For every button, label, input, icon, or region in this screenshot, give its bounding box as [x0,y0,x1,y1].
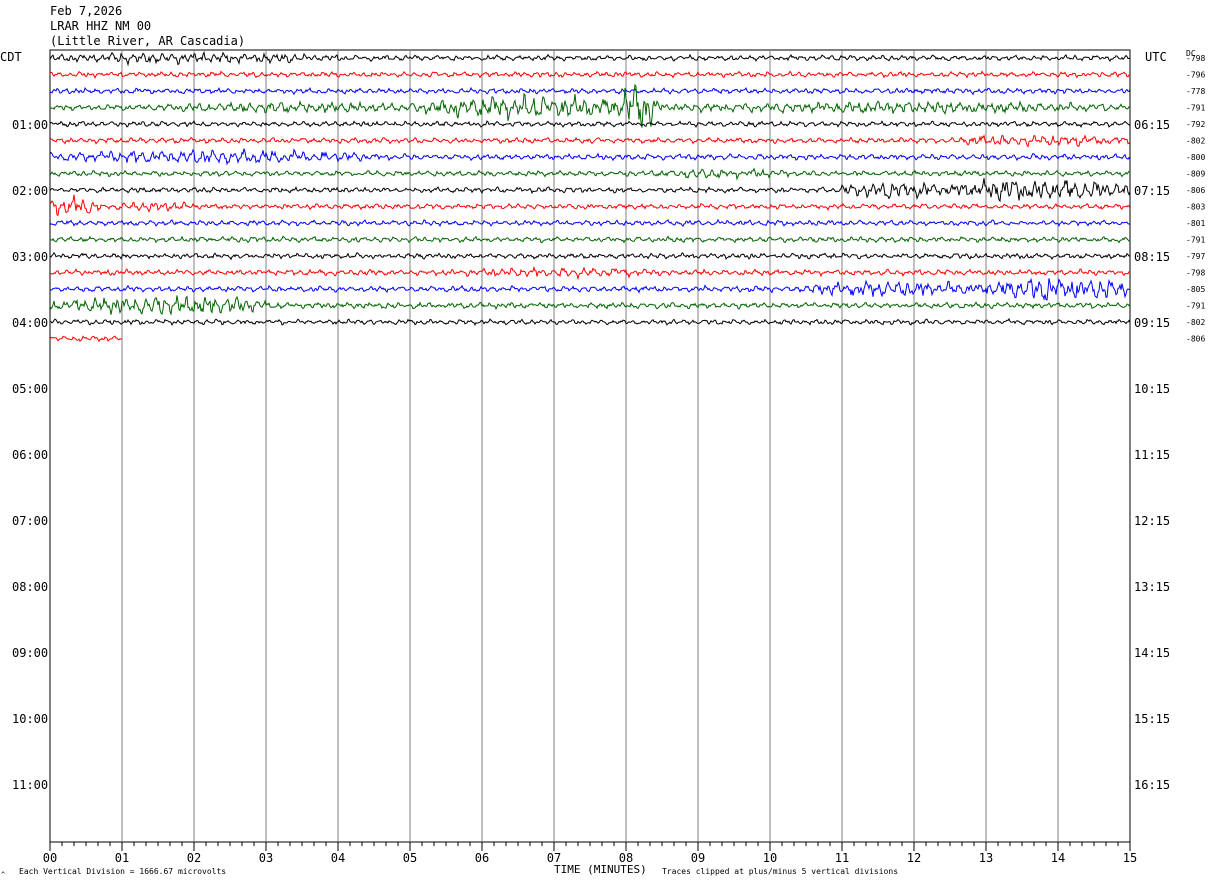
left-hour-label: 01:00 [12,118,48,132]
dc-offset-label: -798 [1186,54,1205,63]
dc-offset-label: -797 [1186,252,1205,261]
seismic-trace [49,50,1131,67]
right-hour-label: 11:15 [1134,448,1170,462]
x-tick-label: 04 [331,851,345,865]
x-tick-label: 00 [43,851,57,865]
seismogram-plot: 00 01 02 03 04 05 06 07 08 09 10 11 12 13 14 1501:0002:… [12,49,1205,865]
clip-note: Traces clipped at plus/minus 5 vertical … [662,867,899,876]
seismic-trace [49,295,1131,316]
dc-offset-label: -802 [1186,137,1205,146]
seismic-trace [49,218,1131,228]
x-tick-label: 13 [979,851,993,865]
dc-offset-label: -796 [1186,71,1205,80]
left-hour-label: 05:00 [12,382,48,396]
x-tick-label: 02 [187,851,201,865]
dc-offset-label: -809 [1186,170,1205,179]
left-hour-label: 06:00 [12,448,48,462]
right-hour-label: 10:15 [1134,382,1170,396]
seismic-trace [49,335,123,343]
seismic-trace [49,119,1131,129]
right-hour-label: 16:15 [1134,778,1170,792]
seismic-trace [49,167,1131,181]
right-hour-label: 12:15 [1134,514,1170,528]
left-hour-label: 10:00 [12,712,48,726]
x-tick-label: 15 [1123,851,1137,865]
seismic-trace [49,265,1131,281]
left-hour-label: 08:00 [12,580,48,594]
x-tick-label: 03 [259,851,273,865]
x-tick-label: 14 [1051,851,1065,865]
corner-mark: ^ [1,871,6,879]
right-hour-label: 06:15 [1134,118,1170,132]
right-hour-label: 13:15 [1134,580,1170,594]
left-hour-label: 04:00 [12,316,48,330]
x-tick-label: 05 [403,851,417,865]
plot-frame [49,49,1131,843]
left-hour-label: 02:00 [12,184,48,198]
dc-offset-label: -802 [1186,318,1205,327]
x-axis-title: TIME (MINUTES) [554,863,647,876]
left-hour-label: 11:00 [12,778,48,792]
seismic-trace [49,86,1131,96]
dc-offset-label: -806 [1186,335,1205,344]
x-tick-label: 10 [763,851,777,865]
seismic-trace [49,70,1131,80]
right-hour-label: 09:15 [1134,316,1170,330]
dc-offset-label: -791 [1186,236,1205,245]
seismic-trace [49,277,1131,301]
dc-offset-label: -798 [1186,269,1205,278]
dc-offset-label: -778 [1186,87,1205,96]
seismic-trace [49,194,1131,217]
right-hour-label: 14:15 [1134,646,1170,660]
dc-offset-label: -805 [1186,285,1205,294]
left-hour-label: 09:00 [12,646,48,660]
x-tick-label: 06 [475,851,489,865]
x-tick-label: 12 [907,851,921,865]
right-hour-label: 15:15 [1134,712,1170,726]
dc-offset-label: -806 [1186,186,1205,195]
left-hour-label: 03:00 [12,250,48,264]
x-tick-label: 01 [115,851,129,865]
dc-offset-label: -791 [1186,302,1205,311]
left-hour-label: 07:00 [12,514,48,528]
x-tick-label: 11 [835,851,849,865]
seismic-trace [49,178,1131,203]
dc-offset-label: -803 [1186,203,1205,212]
scale-note: Each Vertical Division = 1666.67 microvo… [19,867,227,876]
seismic-trace [49,235,1131,244]
x-tick-label: 09 [691,851,705,865]
seismic-trace [49,251,1131,261]
dc-offset-label: -801 [1186,219,1205,228]
seismic-trace [49,133,1131,148]
dc-offset-label: -800 [1186,153,1205,162]
dc-offset-label: -791 [1186,104,1205,113]
right-hour-label: 07:15 [1134,184,1170,198]
seismic-trace [49,148,1131,166]
right-hour-label: 08:15 [1134,250,1170,264]
dc-offset-label: -792 [1186,120,1205,129]
seismic-trace [49,317,1131,326]
